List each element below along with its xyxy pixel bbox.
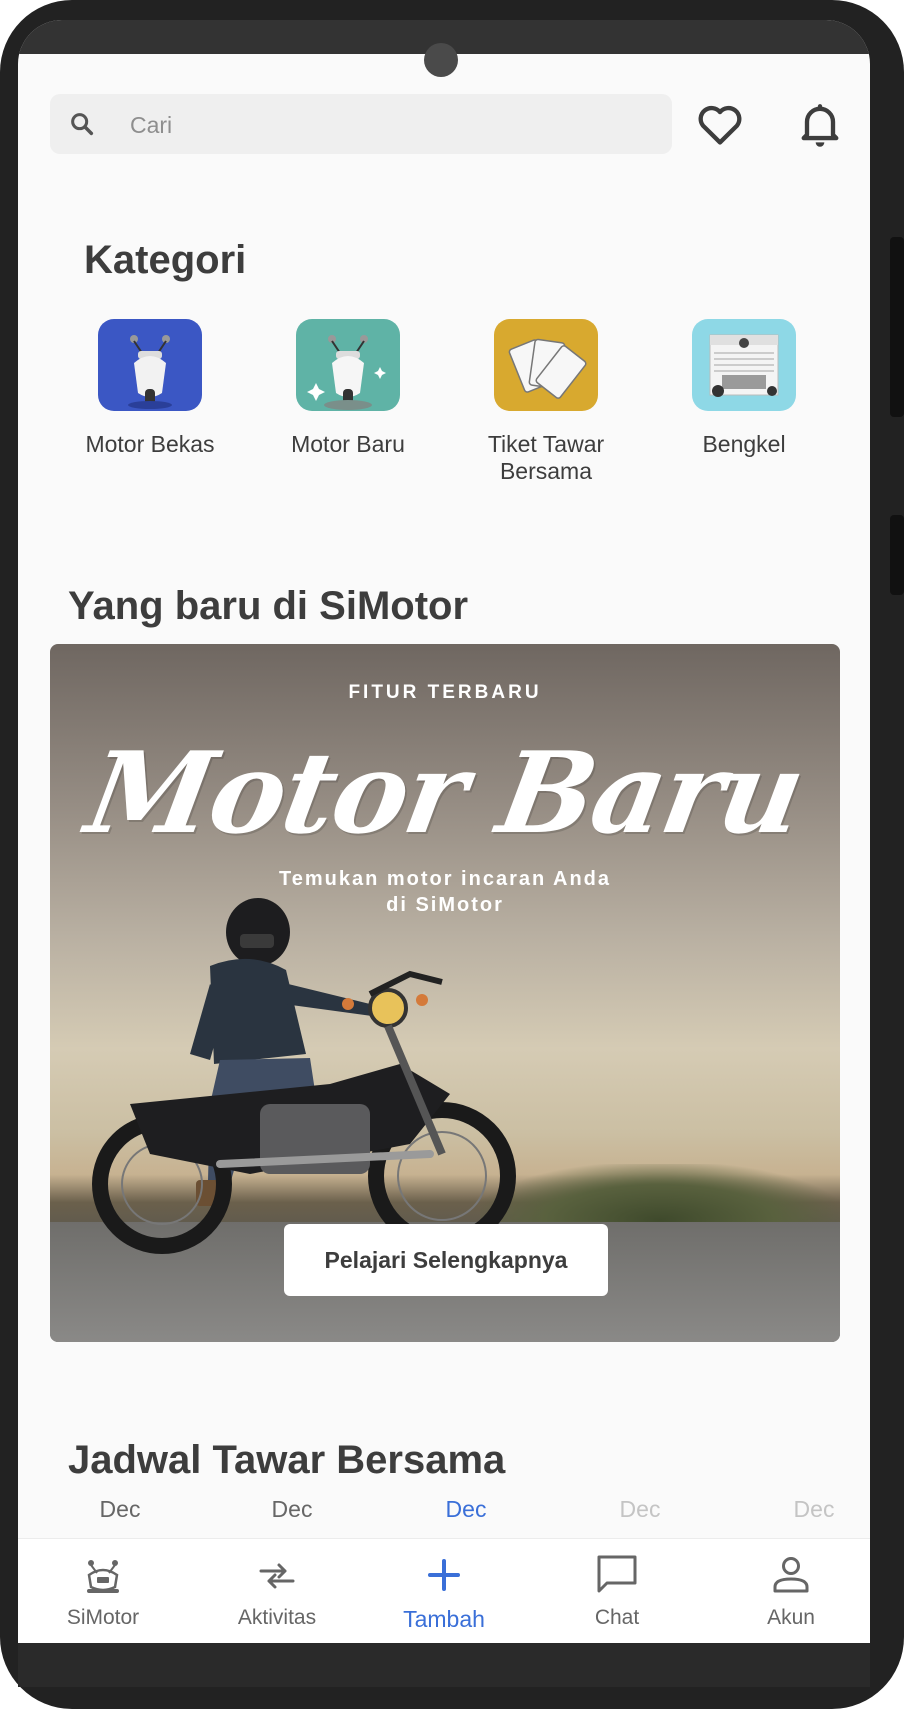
volume-button <box>890 237 904 417</box>
nav-akun[interactable]: Akun <box>716 1553 866 1630</box>
date-month: Dec <box>99 1496 141 1522</box>
power-button <box>890 515 904 595</box>
search-input[interactable]: Cari <box>50 94 672 154</box>
nav-label: Chat <box>594 1606 640 1629</box>
banner-tagline-line-1: Temukan motor incaran Anda <box>278 868 612 890</box>
promo-banner[interactable]: FITUR TERBARU Motor Baru Temukan motor i… <box>50 644 840 1342</box>
new-scooter-icon <box>296 319 400 411</box>
plus-icon <box>428 1559 460 1591</box>
phone-bottom-bezel <box>18 1643 870 1687</box>
nav-label: SiMotor <box>66 1606 140 1629</box>
jadwal-heading: Jadwal Tawar Bersama <box>68 1438 506 1482</box>
date-month: Dec <box>619 1496 661 1522</box>
person-icon <box>773 1557 809 1593</box>
front-camera <box>424 43 458 77</box>
learn-more-button[interactable]: Pelajari Selengkapnya <box>284 1224 608 1296</box>
banner-tagline-line-2: di SiMotor <box>386 894 504 916</box>
search-placeholder: Cari <box>130 112 173 138</box>
search-icon <box>71 113 94 136</box>
nav-label: Tambah <box>403 1606 485 1632</box>
bottom-navigation: SiMotor Aktivitas Tambah Chat Akun <box>18 1538 870 1643</box>
app-screen: Cari Kategori Motor Bekas Motor Baru Tik… <box>18 20 870 1643</box>
chat-bubble-icon <box>597 1555 637 1593</box>
notification-bell-icon[interactable] <box>794 98 846 150</box>
simotor-logo-icon <box>87 1560 119 1593</box>
nav-label: Aktivitas <box>237 1606 317 1629</box>
kategori-heading: Kategori <box>84 238 247 282</box>
favorites-heart-icon[interactable] <box>694 98 746 150</box>
scooter-icon <box>98 319 202 411</box>
workshop-garage-icon <box>692 319 796 411</box>
nav-label: Akun <box>767 1606 815 1629</box>
category-label: Tiket Tawar Bersama <box>487 431 605 484</box>
category-tiket-tawar-bersama[interactable]: Tiket Tawar Bersama <box>447 319 645 485</box>
swap-arrows-icon <box>259 1563 295 1589</box>
nav-chat[interactable]: Chat <box>542 1553 692 1630</box>
date-month: Dec <box>793 1496 835 1522</box>
category-bengkel[interactable]: Bengkel <box>645 319 843 458</box>
tickets-icon <box>494 319 598 411</box>
nav-simotor[interactable]: SiMotor <box>28 1553 178 1630</box>
category-label: Bengkel <box>702 431 786 457</box>
phone-frame: Cari Kategori Motor Bekas Motor Baru Tik… <box>0 0 904 1709</box>
category-label: Motor Baru <box>291 431 405 457</box>
banner-kicker: FITUR TERBARU <box>348 682 542 703</box>
nav-tambah[interactable]: Tambah <box>369 1553 519 1633</box>
date-month: Dec <box>271 1496 313 1522</box>
nav-aktivitas[interactable]: Aktivitas <box>202 1553 352 1630</box>
category-motor-bekas[interactable]: Motor Bekas <box>51 319 249 458</box>
category-label: Motor Bekas <box>85 431 215 457</box>
banner-headline: Motor Baru <box>78 728 812 859</box>
date-month: Dec <box>445 1496 487 1522</box>
banner-tagline: Temukan motor incaran Anda di SiMotor <box>50 866 840 918</box>
category-motor-baru[interactable]: Motor Baru <box>249 319 447 458</box>
whats-new-heading: Yang baru di SiMotor <box>68 584 469 628</box>
